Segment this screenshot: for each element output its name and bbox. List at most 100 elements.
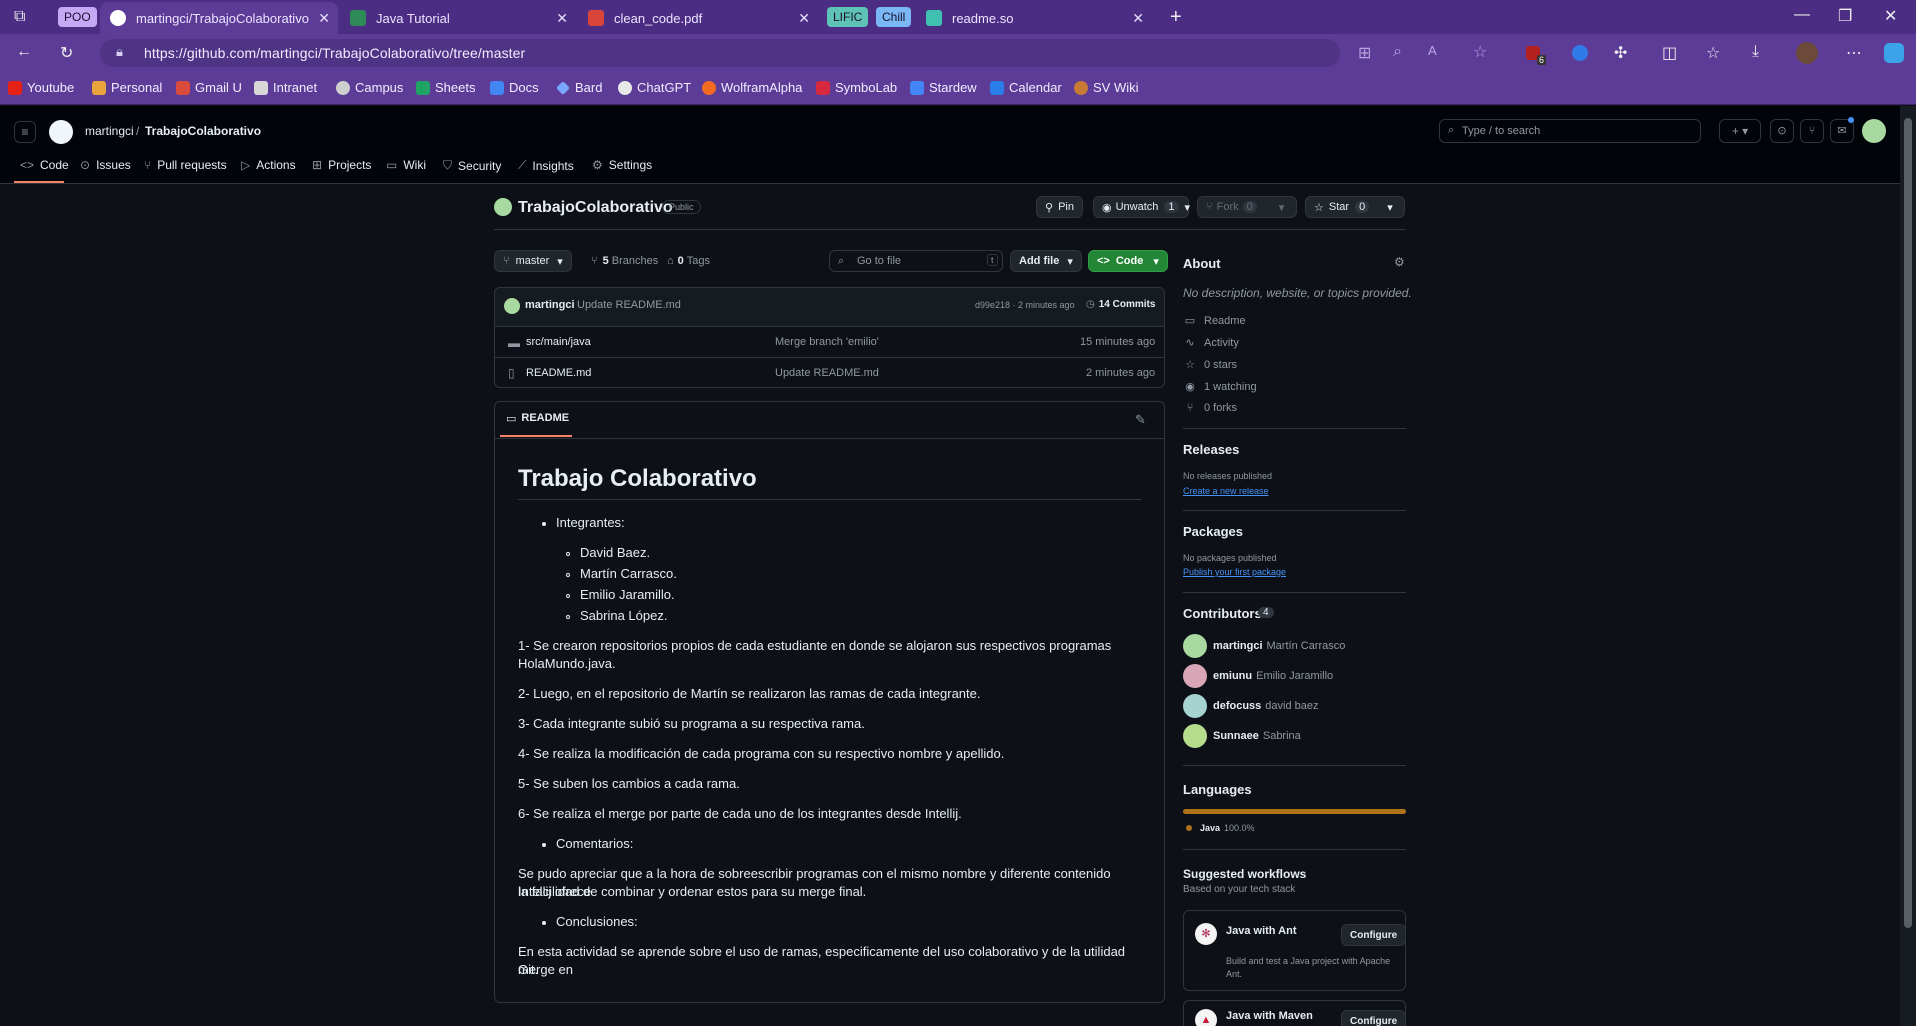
split-screen-icon[interactable]: ◫ [1662, 43, 1677, 63]
refresh-icon[interactable]: ↻ [60, 43, 73, 63]
avatar[interactable] [504, 298, 520, 314]
about-readme[interactable]: ▭ Readme [1183, 314, 1246, 328]
tab-group-poo[interactable]: POO [58, 7, 97, 27]
contributor-item[interactable]: Sunnaee Sabrina [1183, 724, 1301, 748]
new-tab-icon[interactable]: + [1170, 6, 1182, 29]
user-avatar[interactable] [1862, 119, 1886, 143]
tab-clean-code[interactable]: clean_code.pdf ✕ [578, 2, 818, 34]
tab-settings[interactable]: ⚙ Settings [592, 158, 652, 172]
file-name[interactable]: README.md [526, 367, 591, 379]
language-item[interactable]: Java 100.0% [1186, 823, 1255, 833]
bookmark-chatgpt[interactable]: ChatGPT [618, 80, 691, 95]
about-forks[interactable]: ⑂ 0 forks [1183, 402, 1237, 414]
bookmark-youtube[interactable]: Youtube [8, 80, 74, 95]
commits-link[interactable]: ◷ 14 Commits [1086, 299, 1155, 310]
workspaces-icon[interactable]: ⧉ [14, 8, 25, 26]
packages-heading[interactable]: Packages [1183, 524, 1243, 539]
contributor-item[interactable]: emiunu Emilio Jaramillo [1183, 664, 1333, 688]
bookmark-intranet[interactable]: Intranet [254, 80, 317, 95]
contributors-heading[interactable]: Contributors [1183, 606, 1262, 621]
tab-actions[interactable]: ▷ Actions [241, 158, 296, 172]
tab-group-lific[interactable]: LIFIC [827, 7, 869, 27]
commit-author[interactable]: martingci [525, 299, 575, 311]
bookmark-gmail-u[interactable]: Gmail U [176, 80, 242, 95]
restore-icon[interactable]: ❐ [1838, 6, 1852, 26]
bookmark-bard[interactable]: Bard [556, 80, 602, 95]
app-icon[interactable]: ⊞ [1358, 43, 1371, 63]
address-bar[interactable]: 🔒︎ https://github.com/martingci/TrabajoC… [100, 39, 1340, 67]
bookmark-personal[interactable]: Personal [92, 80, 162, 95]
releases-heading[interactable]: Releases [1183, 442, 1239, 457]
tab-issues[interactable]: ⊙ Issues [80, 158, 131, 172]
issues-icon[interactable]: ⊙ [1770, 119, 1794, 143]
bookmark-calendar[interactable]: Calendar [990, 80, 1062, 95]
file-commit-message[interactable]: Update README.md [775, 367, 879, 379]
configure-button[interactable]: Configure [1341, 1010, 1407, 1026]
edit-pencil-icon[interactable]: ✎ [1135, 412, 1146, 428]
downloads-icon[interactable]: ⤓ [1752, 43, 1759, 61]
tab-wiki[interactable]: ▭ Wiki [386, 158, 426, 172]
close-icon[interactable]: ✕ [318, 10, 330, 27]
contributor-item[interactable]: martingci Martín Carrasco [1183, 634, 1345, 658]
add-file-button[interactable]: Add file ▾ [1010, 250, 1082, 272]
breadcrumb-repo[interactable]: TrabajoColaborativo [145, 124, 261, 138]
close-icon[interactable]: ✕ [556, 10, 568, 27]
bookmark-sheets[interactable]: Sheets [416, 80, 475, 95]
extension-icon[interactable] [1572, 45, 1588, 61]
branch-selector[interactable]: ⑂ master ▾ [494, 250, 572, 272]
commit-hash-time[interactable]: d99e218 · 2 minutes ago [975, 300, 1075, 310]
close-icon[interactable]: ✕ [798, 10, 810, 27]
commit-message[interactable]: Update README.md [577, 299, 681, 311]
about-watching[interactable]: ◉ 1 watching [1183, 380, 1256, 394]
bookmark-campus[interactable]: Campus [336, 80, 403, 95]
pull-requests-icon[interactable]: ⑂ [1800, 119, 1824, 143]
contributor-item[interactable]: defocuss david baez [1183, 694, 1319, 718]
tags-link[interactable]: ⌂ 0 Tags [667, 255, 710, 267]
readme-tab[interactable]: ▭ README [506, 412, 569, 425]
tab-projects[interactable]: ⊞ Projects [312, 158, 371, 172]
go-to-file-input[interactable]: ⌕ Go to file t [829, 250, 1003, 272]
about-stars[interactable]: ☆ 0 stars [1183, 358, 1237, 372]
bookmark-wolframalpha[interactable]: WolframAlpha [702, 80, 802, 95]
tab-readme-so[interactable]: readme.so ✕ [916, 2, 1152, 34]
more-menu-icon[interactable]: ⋯ [1846, 43, 1862, 63]
copilot-icon[interactable] [1884, 43, 1904, 63]
tab-insights[interactable]: ⟋ Insights [518, 158, 574, 173]
extensions-puzzle-icon[interactable]: ✣ [1614, 43, 1627, 63]
tab-java-tutorial[interactable]: Java Tutorial ✕ [340, 2, 576, 34]
tab-code[interactable]: <> Code [20, 158, 69, 172]
tab-pull-requests[interactable]: ⑂ Pull requests [144, 158, 227, 172]
tab-security[interactable]: ⛉ Security [443, 158, 501, 173]
unwatch-button[interactable]: ◉ Unwatch 1 ▾ [1093, 196, 1190, 218]
about-activity[interactable]: ∿ Activity [1183, 336, 1238, 350]
read-aloud-icon[interactable]: A [1428, 43, 1437, 58]
profile-avatar[interactable] [1796, 42, 1818, 64]
favorite-star-icon[interactable]: ☆ [1473, 42, 1487, 62]
pin-button[interactable]: ⚲ Pin [1036, 196, 1083, 218]
back-icon[interactable]: ← [16, 43, 32, 61]
search-input[interactable]: ⌕ Type / to search [1439, 119, 1701, 143]
zoom-icon[interactable]: ⌕ [1393, 43, 1402, 61]
close-icon[interactable]: ✕ [1132, 10, 1144, 27]
bookmark-symbolab[interactable]: SymboLab [816, 80, 897, 95]
branches-link[interactable]: ⑂ 5 Branches [591, 255, 658, 267]
breadcrumb-owner[interactable]: martingci [85, 124, 134, 138]
hamburger-menu-icon[interactable]: ≡ [14, 121, 36, 143]
repo-title[interactable]: TrabajoColaborativo [518, 199, 673, 217]
configure-button[interactable]: Configure [1341, 924, 1407, 946]
tab-group-chill[interactable]: Chill [876, 7, 912, 27]
code-dropdown-button[interactable]: <> Code ▾ [1088, 250, 1168, 272]
bookmark-sv-wiki[interactable]: SV Wiki [1074, 80, 1139, 95]
github-logo[interactable] [49, 120, 73, 144]
bookmark-stardew[interactable]: Stardew [910, 80, 977, 95]
publish-package-link[interactable]: Publish your first package [1183, 567, 1286, 577]
page-scrollbar[interactable] [1900, 106, 1916, 1026]
minimize-icon[interactable]: — [1794, 6, 1810, 24]
create-new-button[interactable]: + ▾ [1719, 119, 1761, 143]
file-commit-message[interactable]: Merge branch 'emilio' [775, 336, 879, 348]
scrollbar-thumb[interactable] [1904, 118, 1912, 928]
tab-github[interactable]: martingci/TrabajoColaborativo ✕ [100, 2, 338, 34]
favorites-icon[interactable]: ☆ [1706, 43, 1720, 63]
file-name[interactable]: src/main/java [526, 336, 591, 348]
star-button[interactable]: ☆ Star 0 ▾ [1305, 196, 1405, 218]
